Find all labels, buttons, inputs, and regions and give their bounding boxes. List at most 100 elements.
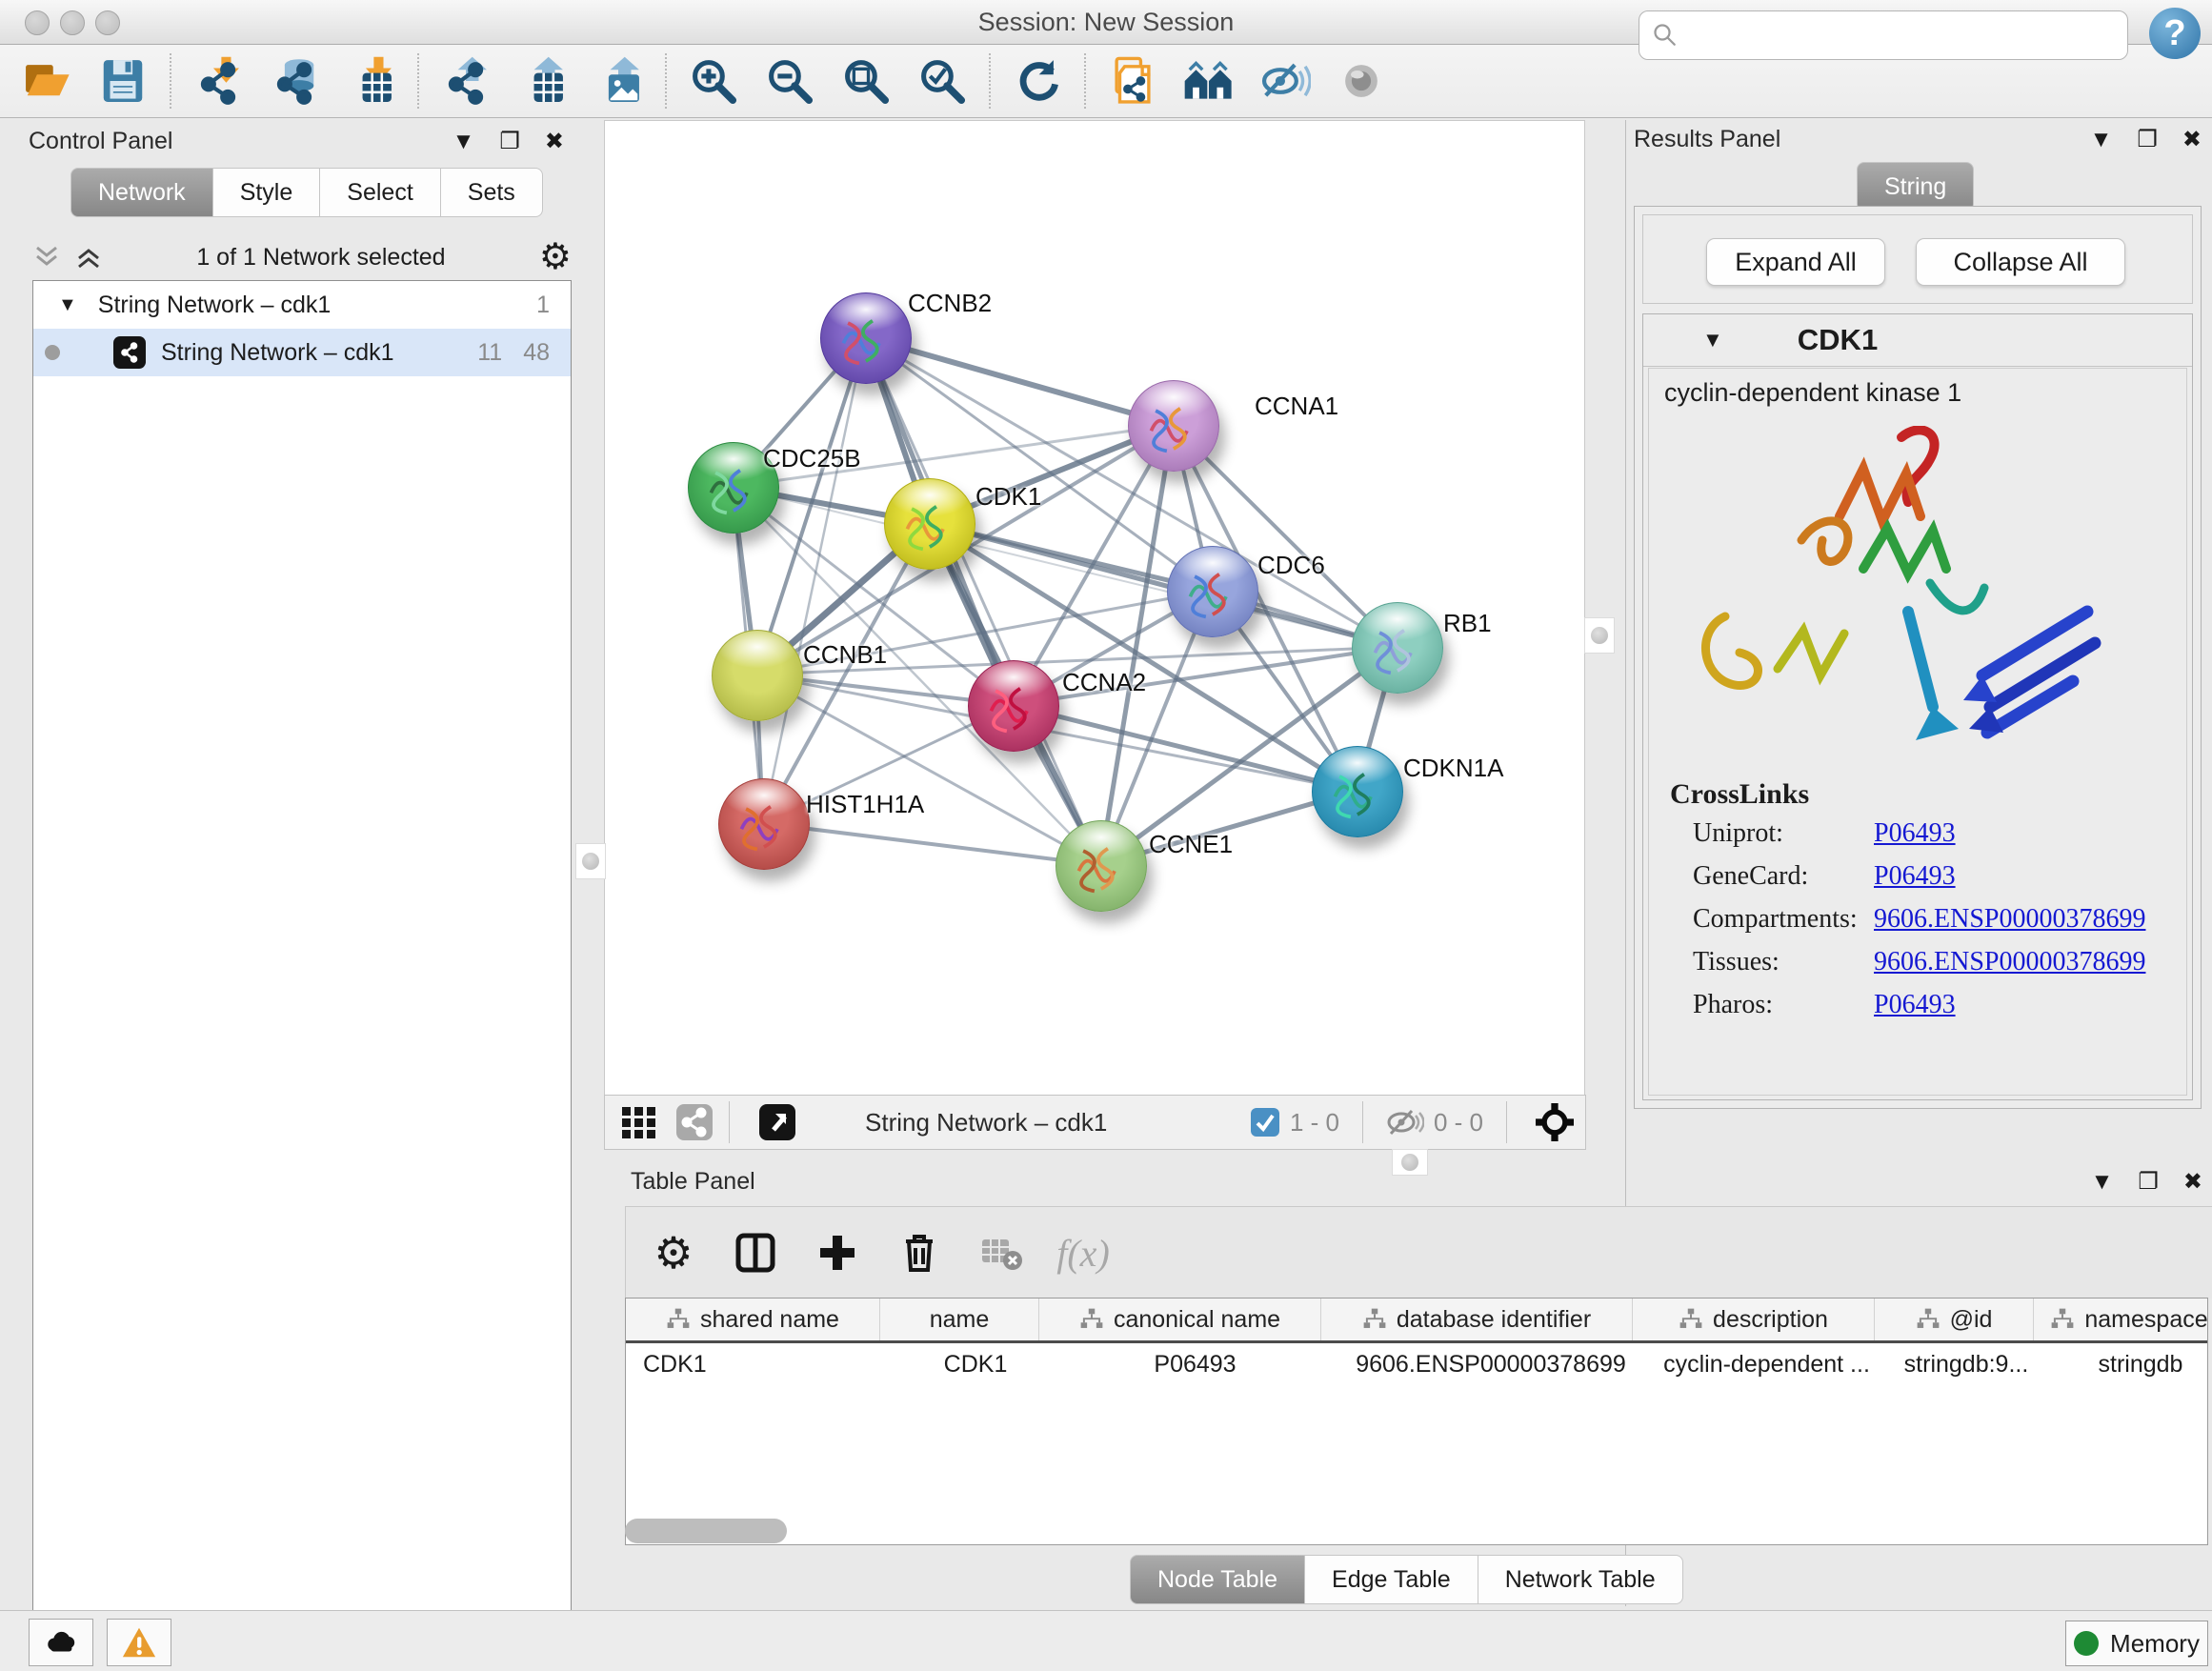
expand-all-icon[interactable] <box>74 243 103 272</box>
home-network-icon[interactable] <box>1181 53 1237 109</box>
delete-column-trash-icon[interactable] <box>895 1228 944 1278</box>
network-node-RB1[interactable] <box>1352 602 1443 694</box>
table-float-icon[interactable]: ❐ <box>2138 1171 2159 1194</box>
network-tree-row-network[interactable]: String Network – cdk1 11 48 <box>33 329 571 376</box>
right-splitter-handle[interactable] <box>1584 617 1615 654</box>
cell-database-identifier[interactable]: 9606.ENSP00000378699 <box>1336 1351 1646 1379</box>
tab-network[interactable]: Network <box>70 168 213 217</box>
control-panel: Control Panel ▼ ❐ ✖ NetworkStyleSelectSe… <box>10 122 573 1595</box>
results-float-icon[interactable]: ❐ <box>2137 129 2158 151</box>
save-icon[interactable] <box>95 53 151 109</box>
network-node-HIST1H1A[interactable] <box>718 778 810 870</box>
open-folder-icon[interactable] <box>19 53 74 109</box>
results-close-icon[interactable]: ✖ <box>2182 129 2202 151</box>
tab-edge-table[interactable]: Edge Table <box>1305 1555 1478 1604</box>
add-column-icon[interactable] <box>813 1228 862 1278</box>
crosslink-link[interactable]: P06493 <box>1874 818 1956 849</box>
network-node-CCNA2[interactable] <box>968 660 1059 752</box>
zoom-selected-icon[interactable] <box>915 53 970 109</box>
column-header-@id[interactable]: @id <box>1875 1299 2034 1340</box>
tab-select[interactable]: Select <box>320 168 440 217</box>
table-settings-gear-icon[interactable]: ⚙ <box>649 1228 698 1278</box>
import-network-icon[interactable] <box>191 53 246 109</box>
import-table-icon[interactable] <box>343 53 398 109</box>
tree-expand-caret[interactable]: ▼ <box>58 294 77 316</box>
table-horizontal-scrollbar[interactable] <box>625 1519 787 1543</box>
tab-style[interactable]: Style <box>213 168 321 217</box>
column-header-shared-name[interactable]: shared name <box>626 1299 880 1340</box>
table-header-row: shared namenamecanonical namedatabase id… <box>626 1299 2207 1343</box>
column-header-namespace[interactable]: namespace <box>2034 1299 2208 1340</box>
select-columns-icon[interactable] <box>731 1228 780 1278</box>
network-node-CCNA1[interactable] <box>1128 380 1219 472</box>
collapse-all-button[interactable]: Collapse All <box>1916 238 2125 286</box>
warning-status-button[interactable] <box>107 1619 171 1666</box>
export-network-icon[interactable] <box>438 53 493 109</box>
export-image-icon[interactable] <box>591 53 646 109</box>
cloud-status-button[interactable] <box>29 1619 93 1666</box>
zoom-fit-icon[interactable] <box>838 53 894 109</box>
network-node-CDKN1A[interactable] <box>1312 746 1403 837</box>
import-database-icon[interactable] <box>267 53 322 109</box>
crosslink-link[interactable]: P06493 <box>1874 990 1956 1020</box>
share-view-icon[interactable] <box>674 1101 715 1143</box>
network-canvas[interactable]: CCNB2CCNA1CDC25BCDK1CDC6RB1CCNB1CCNA2CDK… <box>604 120 1585 1096</box>
tab-string[interactable]: String <box>1857 162 1974 211</box>
collapse-all-icon[interactable] <box>32 243 61 272</box>
close-panel-icon[interactable]: ✖ <box>545 131 564 153</box>
refresh-icon[interactable] <box>1010 53 1065 109</box>
zoom-in-icon[interactable] <box>686 53 741 109</box>
cell-namespace[interactable]: stringdb <box>2045 1351 2208 1379</box>
float-panel-icon[interactable]: ❐ <box>499 131 520 153</box>
hidden-eye-slash-icon[interactable] <box>1386 1107 1424 1137</box>
export-table-icon[interactable] <box>514 53 570 109</box>
network-snapshot-icon[interactable] <box>1105 53 1160 109</box>
table-menu-icon[interactable]: ▼ <box>2091 1171 2114 1194</box>
search-icon <box>1651 21 1679 50</box>
network-tree-row-collection[interactable]: ▼ String Network – cdk1 1 <box>33 281 571 329</box>
tab-node-table[interactable]: Node Table <box>1130 1555 1305 1604</box>
crosslink-link[interactable]: 9606.ENSP00000378699 <box>1874 904 2145 935</box>
cell-canonical-name[interactable]: P06493 <box>1055 1351 1336 1379</box>
network-node-CCNB1[interactable] <box>712 630 803 721</box>
show-eye-icon[interactable] <box>1334 53 1389 109</box>
network-options-gear-icon[interactable]: ⚙ <box>539 246 572 269</box>
memory-button[interactable]: Memory <box>2065 1621 2208 1666</box>
column-header-canonical-name[interactable]: canonical name <box>1039 1299 1321 1340</box>
status-bar: Memory <box>0 1610 2212 1671</box>
crosslink-link[interactable]: P06493 <box>1874 861 1956 892</box>
cell-name[interactable]: CDK1 <box>896 1351 1055 1379</box>
cell-description[interactable]: cyclin-dependent ... <box>1646 1351 1887 1379</box>
crosslink-link[interactable]: 9606.ENSP00000378699 <box>1874 947 2145 977</box>
crosslinks-title: CrossLinks <box>1670 778 1809 811</box>
grid-view-icon[interactable] <box>618 1101 660 1143</box>
section-collapse-caret[interactable]: ▼ <box>1702 328 1723 352</box>
memory-status-dot <box>2074 1631 2099 1656</box>
column-header-database-identifier[interactable]: database identifier <box>1321 1299 1633 1340</box>
tab-network-table[interactable]: Network Table <box>1478 1555 1683 1604</box>
birdseye-crosshair-icon[interactable] <box>1534 1101 1576 1143</box>
left-splitter-handle[interactable] <box>575 843 606 879</box>
help-button[interactable]: ? <box>2149 8 2201 59</box>
network-node-CCNB2[interactable] <box>820 292 912 384</box>
tab-sets[interactable]: Sets <box>441 168 543 217</box>
export-view-icon[interactable] <box>756 1101 798 1143</box>
table-row[interactable]: CDK1CDK1P064939606.ENSP00000378699cyclin… <box>626 1343 2207 1385</box>
column-header-description[interactable]: description <box>1633 1299 1875 1340</box>
network-node-CDC6[interactable] <box>1167 546 1258 637</box>
table-close-icon[interactable]: ✖ <box>2183 1171 2202 1194</box>
selected-checkbox-icon[interactable] <box>1250 1107 1280 1137</box>
expand-all-button[interactable]: Expand All <box>1706 238 1885 286</box>
network-node-CDK1[interactable] <box>884 478 975 570</box>
hide-eye-icon[interactable] <box>1257 53 1313 109</box>
zoom-out-icon[interactable] <box>762 53 817 109</box>
cell-shared-name[interactable]: CDK1 <box>626 1351 896 1379</box>
search-input[interactable] <box>1679 21 2127 50</box>
results-menu-icon[interactable]: ▼ <box>2090 129 2113 151</box>
cell-@id[interactable]: stringdb:9... <box>1887 1351 2045 1379</box>
column-header-name[interactable]: name <box>880 1299 1039 1340</box>
network-node-CCNE1[interactable] <box>1056 820 1147 912</box>
search-box[interactable] <box>1639 10 2128 60</box>
crosslink-row: GeneCard: P06493 <box>1693 861 1808 892</box>
panel-menu-icon[interactable]: ▼ <box>452 131 475 153</box>
